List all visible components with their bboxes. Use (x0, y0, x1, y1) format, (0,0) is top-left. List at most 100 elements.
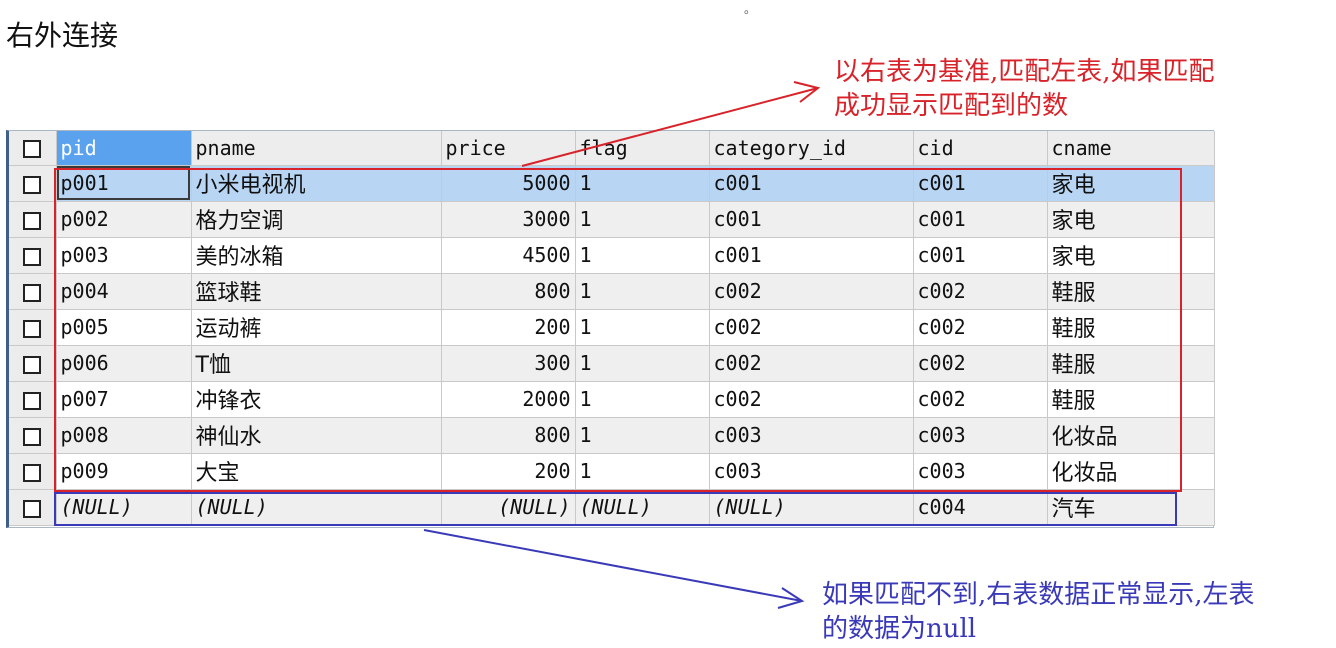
cell-pname[interactable]: (NULL) (191, 489, 442, 526)
cell-cname[interactable]: 汽车 (1047, 489, 1215, 526)
cell-cid[interactable]: c002 (913, 381, 1048, 418)
row-checkbox-cell[interactable] (9, 381, 57, 418)
cell-flag[interactable]: 1 (575, 453, 710, 490)
cell-price[interactable]: 200 (441, 453, 576, 490)
cell-category-id[interactable]: c001 (709, 237, 914, 274)
row-checkbox-cell[interactable] (9, 237, 57, 274)
cell-cname[interactable]: 化妆品 (1047, 417, 1215, 454)
cell-cname[interactable]: 鞋服 (1047, 309, 1215, 346)
cell-price[interactable]: (NULL) (441, 489, 576, 526)
row-checkbox-cell[interactable] (9, 201, 57, 238)
cell-pid[interactable]: p006 (56, 345, 192, 382)
row-checkbox[interactable] (23, 355, 42, 374)
cell-cname[interactable]: 鞋服 (1047, 273, 1215, 310)
table-row[interactable]: p001 小米电视机 5000 1 c001 c001 家电 (9, 165, 1215, 202)
cell-cid[interactable]: c004 (913, 489, 1048, 526)
cell-flag[interactable]: 1 (575, 381, 710, 418)
cell-flag[interactable]: 1 (575, 417, 710, 454)
row-checkbox[interactable] (23, 211, 42, 230)
result-grid[interactable]: pid pname price flag category_id cid cna… (6, 130, 1215, 528)
cell-cname[interactable]: 鞋服 (1047, 345, 1215, 382)
cell-price[interactable]: 200 (441, 309, 576, 346)
table-row[interactable]: p004 篮球鞋 800 1 c002 c002 鞋服 (9, 273, 1215, 310)
cell-pid[interactable]: p005 (56, 309, 192, 346)
cell-flag[interactable]: 1 (575, 345, 710, 382)
cell-category-id[interactable]: c001 (709, 165, 914, 202)
cell-pid[interactable]: (NULL) (56, 489, 192, 526)
cell-price[interactable]: 5000 (441, 165, 576, 202)
table-row[interactable]: p002 格力空调 3000 1 c001 c001 家电 (9, 201, 1215, 238)
cell-cname[interactable]: 家电 (1047, 237, 1215, 274)
row-checkbox[interactable] (23, 463, 42, 482)
cell-category-id[interactable]: c002 (709, 345, 914, 382)
cell-category-id[interactable]: c003 (709, 417, 914, 454)
cell-cid[interactable]: c003 (913, 453, 1048, 490)
column-header-price[interactable]: price (441, 131, 576, 166)
row-checkbox-cell[interactable] (9, 273, 57, 310)
column-header-pid[interactable]: pid (56, 131, 192, 166)
cell-price[interactable]: 2000 (441, 381, 576, 418)
row-checkbox-cell[interactable] (9, 489, 57, 526)
column-header-pname[interactable]: pname (191, 131, 442, 166)
cell-cid[interactable]: c002 (913, 273, 1048, 310)
cell-cname[interactable]: 家电 (1047, 165, 1215, 202)
cell-pid[interactable]: p009 (56, 453, 192, 490)
row-checkbox-cell[interactable] (9, 345, 57, 382)
cell-flag[interactable]: 1 (575, 237, 710, 274)
cell-pid[interactable]: p004 (56, 273, 192, 310)
cell-pname[interactable]: 美的冰箱 (191, 237, 442, 274)
row-checkbox[interactable] (23, 427, 42, 446)
table-row[interactable]: p005 运动裤 200 1 c002 c002 鞋服 (9, 309, 1215, 346)
cell-pid[interactable]: p008 (56, 417, 192, 454)
cell-flag[interactable]: 1 (575, 201, 710, 238)
row-checkbox[interactable] (23, 499, 42, 518)
row-checkbox-cell[interactable] (9, 417, 57, 454)
cell-cid[interactable]: c002 (913, 309, 1048, 346)
cell-flag[interactable]: 1 (575, 309, 710, 346)
table-row[interactable]: p007 冲锋衣 2000 1 c002 c002 鞋服 (9, 381, 1215, 418)
row-checkbox[interactable] (23, 319, 42, 338)
row-checkbox[interactable] (23, 247, 42, 266)
column-header-category-id[interactable]: category_id (709, 131, 914, 166)
cell-cname[interactable]: 化妆品 (1047, 453, 1215, 490)
cell-pname[interactable]: 篮球鞋 (191, 273, 442, 310)
column-header-cid[interactable]: cid (913, 131, 1048, 166)
table-row[interactable]: p006 T恤 300 1 c002 c002 鞋服 (9, 345, 1215, 382)
cell-flag[interactable]: (NULL) (575, 489, 710, 526)
cell-price[interactable]: 800 (441, 273, 576, 310)
select-all-checkbox[interactable] (23, 140, 42, 159)
cell-cid[interactable]: c002 (913, 345, 1048, 382)
cell-pname[interactable]: 大宝 (191, 453, 442, 490)
cell-pname[interactable]: 运动裤 (191, 309, 442, 346)
cell-pid[interactable]: p002 (56, 201, 192, 238)
cell-price[interactable]: 800 (441, 417, 576, 454)
cell-cid[interactable]: c003 (913, 417, 1048, 454)
cell-category-id[interactable]: (NULL) (709, 489, 914, 526)
table-row[interactable]: (NULL) (NULL) (NULL) (NULL) (NULL) c004 汽车 (9, 489, 1215, 526)
cell-pid[interactable]: p001 (56, 165, 192, 202)
cell-pname[interactable]: 小米电视机 (191, 165, 442, 202)
cell-category-id[interactable]: c003 (709, 453, 914, 490)
row-checkbox[interactable] (23, 283, 42, 302)
column-header-flag[interactable]: flag (575, 131, 710, 166)
table-row[interactable]: p003 美的冰箱 4500 1 c001 c001 家电 (9, 237, 1215, 274)
select-all-checkbox-cell[interactable] (9, 131, 57, 166)
cell-price[interactable]: 3000 (441, 201, 576, 238)
table-row[interactable]: p008 神仙水 800 1 c003 c003 化妆品 (9, 417, 1215, 454)
cell-category-id[interactable]: c002 (709, 273, 914, 310)
row-checkbox-cell[interactable] (9, 453, 57, 490)
cell-flag[interactable]: 1 (575, 165, 710, 202)
row-checkbox[interactable] (23, 175, 42, 194)
row-checkbox-cell[interactable] (9, 165, 57, 202)
cell-pid[interactable]: p007 (56, 381, 192, 418)
cell-cid[interactable]: c001 (913, 201, 1048, 238)
row-checkbox-cell[interactable] (9, 309, 57, 346)
cell-price[interactable]: 300 (441, 345, 576, 382)
cell-cid[interactable]: c001 (913, 237, 1048, 274)
cell-pname[interactable]: 冲锋衣 (191, 381, 442, 418)
cell-flag[interactable]: 1 (575, 273, 710, 310)
cell-category-id[interactable]: c001 (709, 201, 914, 238)
cell-category-id[interactable]: c002 (709, 381, 914, 418)
cell-cname[interactable]: 家电 (1047, 201, 1215, 238)
cell-category-id[interactable]: c002 (709, 309, 914, 346)
